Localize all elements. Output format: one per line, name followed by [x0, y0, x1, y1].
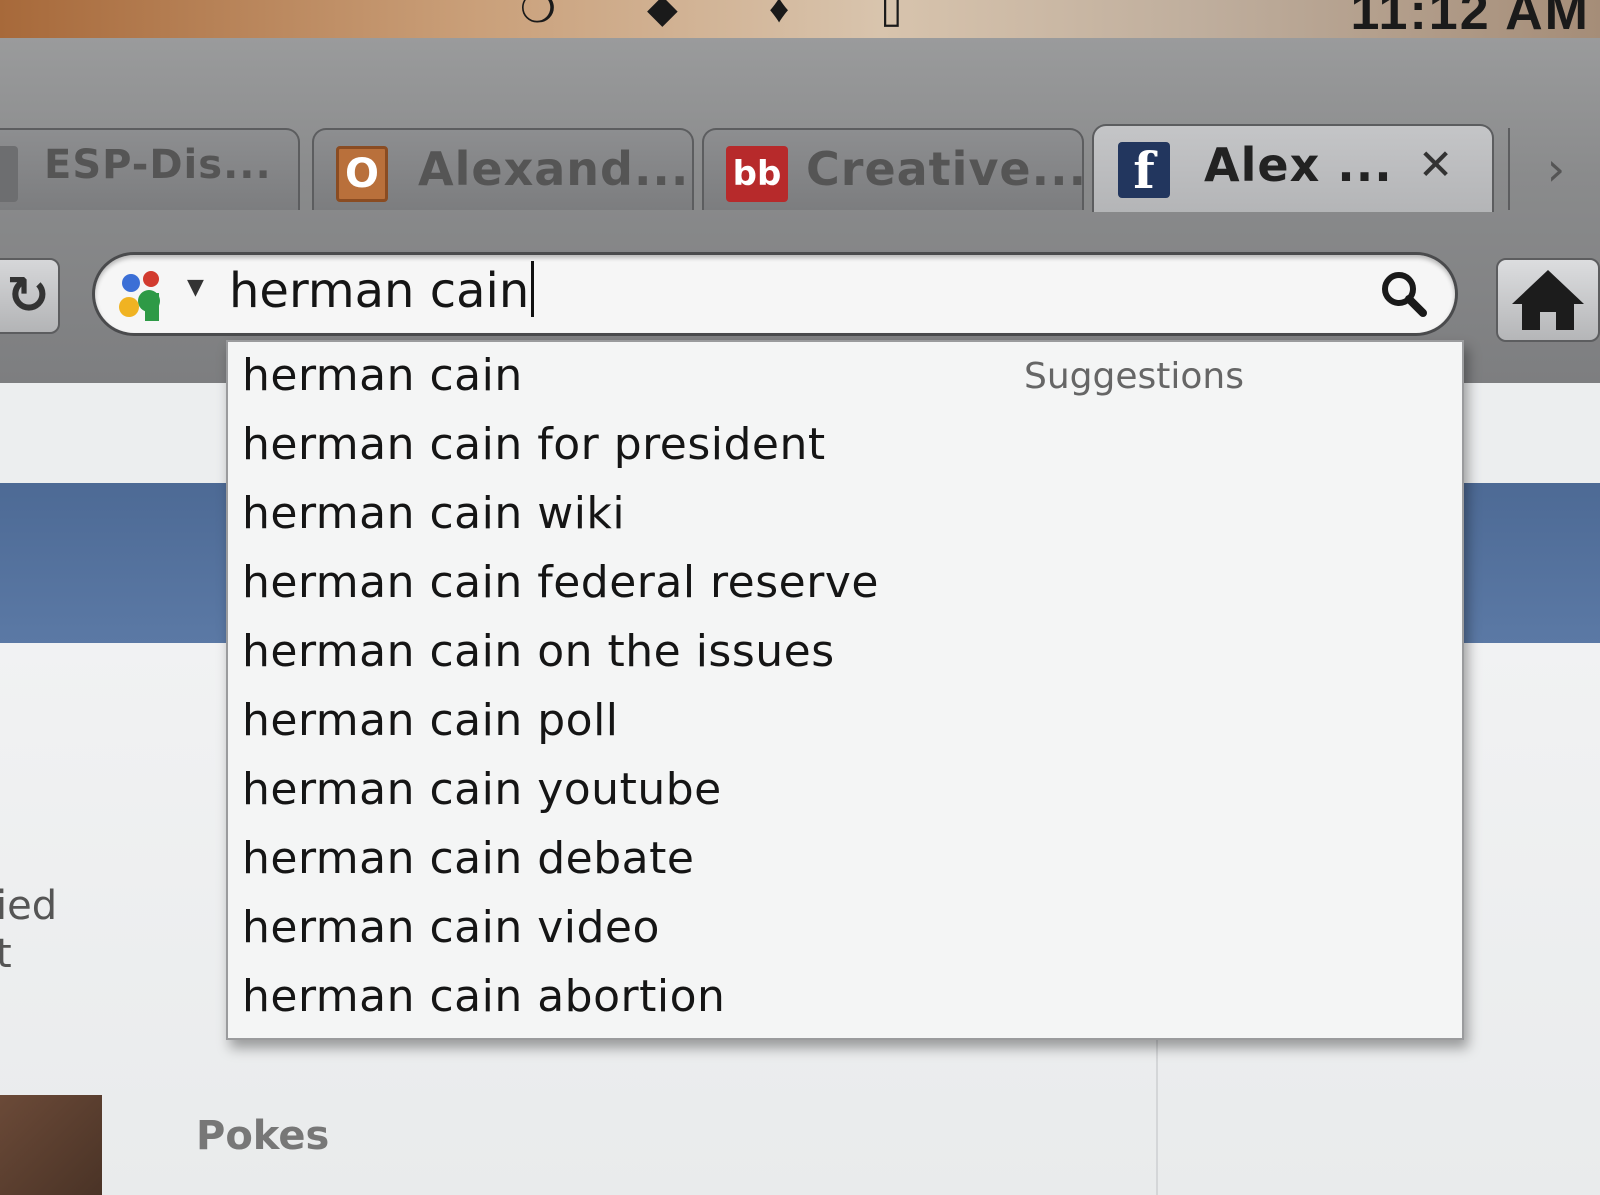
- text-cursor: [531, 261, 535, 317]
- tab-facebook[interactable]: f Alex ... ✕: [1092, 124, 1494, 212]
- search-suggestions-dropdown: Suggestions herman cain herman cain for …: [226, 340, 1464, 1040]
- tab-label: ESP-Dis...: [44, 142, 272, 188]
- sidebar-text-fragment: t: [0, 931, 12, 977]
- suggestion-item[interactable]: herman cain on the issues: [242, 626, 835, 677]
- tab-esp-dis[interactable]: ESP-Dis...: [0, 128, 300, 210]
- home-button[interactable]: [1496, 258, 1600, 342]
- menu-bar-status-icons: ❍ ◆ ♦ ▯: [520, 0, 943, 31]
- suggestion-item[interactable]: herman cain for president: [242, 419, 826, 470]
- tab-alexand[interactable]: O Alexand...: [312, 128, 694, 210]
- tab-creative[interactable]: bb Creative...: [702, 128, 1088, 210]
- search-input[interactable]: ▼ herman cain: [92, 252, 1458, 336]
- suggestion-item[interactable]: herman cain federal reserve: [242, 557, 879, 608]
- suggestion-item[interactable]: herman cain: [242, 350, 523, 401]
- engine-menu-caret-icon[interactable]: ▼: [187, 275, 204, 300]
- tab-label: Alex ...: [1204, 138, 1393, 192]
- google-icon[interactable]: [115, 265, 175, 325]
- pokes-label[interactable]: Pokes: [196, 1113, 329, 1159]
- menu-bar-clock: 11:12 AM: [1350, 0, 1590, 41]
- suggestion-item[interactable]: herman cain abortion: [242, 971, 725, 1022]
- tab-strip: ESP-Dis... O Alexand... bb Creative... f…: [0, 88, 1600, 213]
- screen: ❍ ◆ ♦ ▯ 11:12 AM ESP-Dis... O Alexand...…: [0, 0, 1600, 1195]
- document-icon: [0, 146, 18, 202]
- bb-icon-letters: bb: [732, 154, 782, 194]
- menu-bar: ❍ ◆ ♦ ▯ 11:12 AM: [0, 0, 1600, 41]
- search-query-text: herman cain: [229, 263, 530, 319]
- suggestion-item[interactable]: herman cain video: [242, 902, 660, 953]
- suggestions-heading: Suggestions: [1024, 356, 1244, 397]
- tab-label: Alexand...: [418, 142, 690, 196]
- suggestion-item[interactable]: herman cain youtube: [242, 764, 722, 815]
- tab-label: Creative...: [806, 142, 1088, 196]
- suggestion-item[interactable]: herman cain poll: [242, 695, 619, 746]
- sidebar-text-fragment: ied: [0, 883, 58, 929]
- close-icon[interactable]: ✕: [1418, 140, 1453, 189]
- suggestion-item[interactable]: herman cain debate: [242, 833, 694, 884]
- reload-button[interactable]: ↻: [0, 258, 60, 334]
- facebook-icon-letter: f: [1133, 140, 1155, 200]
- reload-icon: ↻: [6, 266, 50, 326]
- o-icon: O: [336, 146, 388, 202]
- search-input-value[interactable]: herman cain: [229, 261, 535, 319]
- profile-thumbnail[interactable]: [0, 1095, 102, 1195]
- home-icon: [1512, 270, 1584, 330]
- facebook-icon: f: [1118, 140, 1170, 200]
- bb-icon: bb: [726, 146, 788, 202]
- search-icon[interactable]: [1375, 265, 1435, 325]
- tab-scroll-right-icon[interactable]: ›: [1508, 128, 1600, 210]
- o-icon-letter: O: [344, 151, 379, 197]
- suggestion-item[interactable]: herman cain wiki: [242, 488, 625, 539]
